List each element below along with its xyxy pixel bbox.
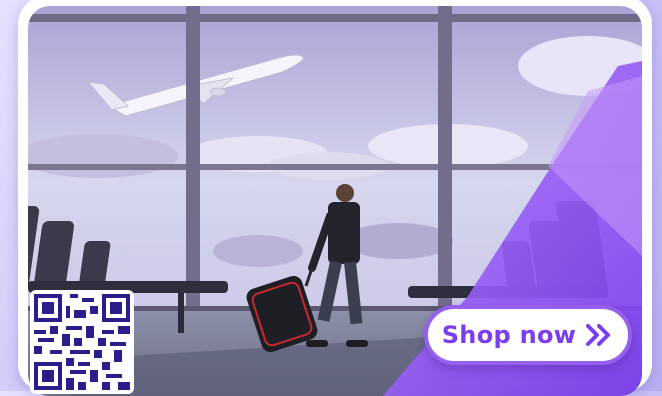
- double-chevron-right-icon: [584, 322, 614, 348]
- shop-now-label: Shop now: [441, 321, 577, 349]
- shop-now-button[interactable]: Shop now: [424, 305, 632, 365]
- qr-code-icon: [34, 294, 130, 390]
- qr-code[interactable]: [30, 290, 134, 394]
